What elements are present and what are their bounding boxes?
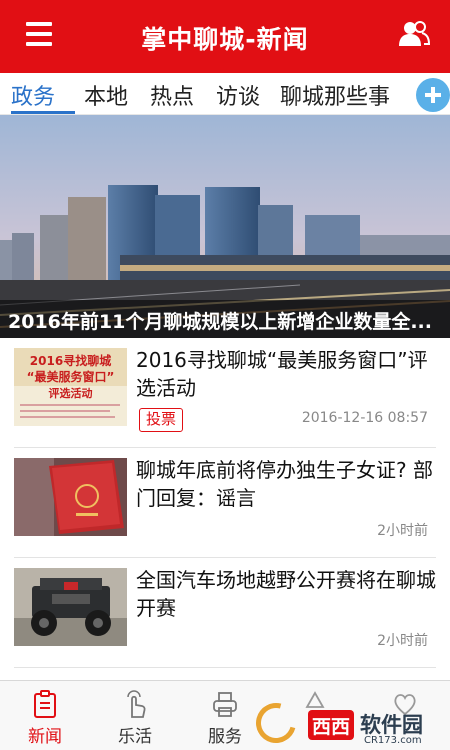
poster-line3: 评选活动 xyxy=(48,387,93,400)
users-icon xyxy=(399,21,431,46)
page-title: 掌中聊城-新闻 xyxy=(141,25,309,54)
headline-banner[interactable]: 2016年前11个月聊城规模以上新增企业数量全... xyxy=(0,115,450,338)
category-tabs: 政务 本地 热点 访谈 聊城那些事 xyxy=(0,73,450,115)
tab-liaocheng-stories[interactable]: 聊城那些事 xyxy=(280,79,390,111)
news-time: 2小时前 xyxy=(377,523,428,539)
news-title: 全国汽车场地越野公开赛将在聊城开赛 xyxy=(136,568,436,620)
tab-redian[interactable]: 热点 xyxy=(150,79,194,111)
site-watermark: 西西 软件园 CR173.com xyxy=(248,695,450,750)
poster-line2: “最美服务窗口” xyxy=(26,370,115,384)
news-item[interactable]: 2016寻找聊城 “最美服务窗口” 评选活动 2016寻找聊城“最美服务窗口”评… xyxy=(14,338,436,448)
certificate-image xyxy=(14,458,127,536)
news-thumbnail: 2016寻找聊城 “最美服务窗口” 评选活动 xyxy=(14,348,127,426)
vote-badge[interactable]: 投票 xyxy=(139,408,183,432)
watermark-sub: CR173.com xyxy=(364,735,422,746)
news-title: 聊城年底前将停办独生子女证? 部门回复：谣言 xyxy=(136,458,433,510)
nav-label: 新闻 xyxy=(28,727,62,747)
banner-caption: 2016年前11个月聊城规模以上新增企业数量全... xyxy=(8,311,432,333)
news-item[interactable]: 聊城年底前将停办独生子女证? 部门回复：谣言 2小时前 xyxy=(14,448,436,558)
news-item[interactable]: 全国汽车场地越野公开赛将在聊城开赛 2小时前 xyxy=(14,558,436,668)
banner-caption-bar: 2016年前11个月聊城规模以上新增企业数量全... xyxy=(0,300,450,338)
app-header: 掌中聊城-新闻 xyxy=(0,0,450,73)
add-channel-button[interactable] xyxy=(416,78,450,112)
news-title: 2016寻找聊城“最美服务窗口”评选活动 xyxy=(136,348,428,400)
news-time: 2016-12-16 08:57 xyxy=(301,410,428,426)
user-button[interactable] xyxy=(398,20,431,48)
tab-fangtan[interactable]: 访谈 xyxy=(216,79,260,111)
news-time: 2小时前 xyxy=(377,633,428,649)
watermark-brand: 西西 xyxy=(311,716,350,738)
watermark-logo-icon xyxy=(248,695,304,750)
news-thumbnail xyxy=(14,568,127,646)
nav-lehuo[interactable]: 乐活 xyxy=(90,681,180,750)
active-tab-indicator xyxy=(11,111,75,114)
news-thumbnail xyxy=(14,458,127,536)
nav-label: 乐活 xyxy=(118,727,152,747)
hand-tap-icon xyxy=(127,690,146,718)
offroad-vehicle-image xyxy=(14,568,127,646)
tab-zhengwu[interactable]: 政务 xyxy=(11,79,55,111)
nav-news[interactable]: 新闻 xyxy=(0,681,90,750)
watermark-brand-box: 西西 xyxy=(308,710,354,740)
news-icon xyxy=(34,690,56,718)
poster-line1: 2016寻找聊城 xyxy=(29,354,112,368)
tab-bendi[interactable]: 本地 xyxy=(84,79,128,111)
printer-icon xyxy=(213,692,237,717)
